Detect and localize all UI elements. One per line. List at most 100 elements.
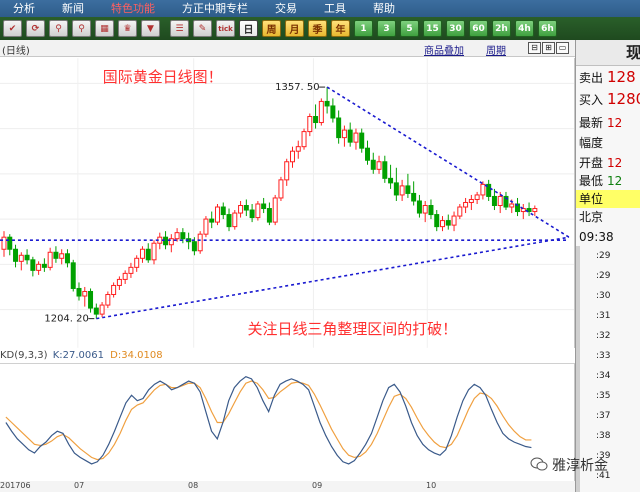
period-button-0[interactable]: 日 [239, 20, 258, 37]
candle-body [324, 100, 330, 107]
minute-button-2h[interactable]: 2h [492, 20, 511, 37]
menu-item-3[interactable]: 方正中期专栏 [169, 0, 262, 17]
gold-icon[interactable]: ♛ [118, 20, 137, 37]
minute-button-60[interactable]: 60 [469, 20, 488, 37]
candle [457, 203, 463, 220]
candle [388, 164, 394, 189]
menu-item-5[interactable]: 工具 [311, 0, 360, 17]
chart-icon[interactable]: ▦ [95, 20, 114, 37]
date-axis: 201706 07 08 09 10 [0, 481, 575, 492]
toolbar: ✔ ⟳ ⚲ ⚲ ▦ ♛ ▼ ☰ ✎ tick 日周月季年 1 3 5 15 30 60 2h 4h 6h [0, 17, 640, 40]
candle-body [64, 253, 70, 264]
expand-button[interactable]: ▭ [556, 42, 569, 54]
period-button-4[interactable]: 年 [331, 20, 350, 37]
candle-body [93, 307, 99, 315]
candle [416, 194, 422, 218]
candlestick-chart[interactable]: 1357. 50 1204. 20 国际黄金日线图！ 关注日线三角整理区间的打破！ [0, 58, 575, 348]
list-icon[interactable]: ☰ [170, 20, 189, 37]
candle-body [18, 254, 24, 262]
menu-item-2[interactable]: 特色功能 [98, 0, 169, 17]
funnel-icon[interactable]: ▼ [141, 20, 160, 37]
zoom-out-button[interactable]: ⊟ [528, 42, 541, 54]
candle-body [139, 248, 145, 259]
lower-trendline [96, 236, 570, 320]
candle-body [341, 129, 347, 139]
candle-body [272, 197, 278, 223]
minute-button-5[interactable]: 5 [400, 20, 419, 37]
kdj-header: KD(9,3,3) K:27.0061 D:34.0108 [0, 350, 575, 364]
search-icon[interactable]: ⚲ [49, 20, 68, 37]
zoom-icon[interactable]: ⚲ [72, 20, 91, 37]
minute-button-3[interactable]: 3 [377, 20, 396, 37]
date-label: 201706 [0, 481, 31, 490]
candle [116, 276, 122, 290]
menu-item-6[interactable]: 帮助 [360, 0, 409, 17]
watermark: 雅淳析金 [530, 455, 608, 475]
d-value-label: D:34.0108 [110, 350, 163, 361]
candle-body [491, 195, 497, 207]
menu-item-1[interactable]: 新闻 [49, 0, 98, 17]
grid [0, 58, 574, 348]
candle [301, 128, 307, 150]
quote-row-value: 12 [607, 156, 623, 170]
overlay-link[interactable]: 商品叠加 [424, 42, 464, 57]
candles [1, 87, 538, 319]
period-button-3[interactable]: 季 [308, 20, 327, 37]
candle [197, 231, 203, 254]
candle-body [474, 194, 480, 200]
candle-body [53, 251, 59, 259]
candle [365, 140, 370, 165]
candle-body [122, 272, 128, 280]
candle [382, 155, 388, 183]
cycle-link[interactable]: 周期 [486, 42, 506, 57]
candle [255, 200, 261, 221]
candle-body [59, 253, 65, 259]
tick-button[interactable]: tick [216, 20, 235, 37]
candle-body [82, 290, 88, 297]
candle [451, 211, 457, 232]
candle [411, 181, 417, 206]
candle-body [41, 263, 47, 268]
refresh-icon[interactable]: ⟳ [26, 20, 45, 37]
menu-bar: 分析 新闻 特色功能 方正中期专栏 交易 工具 帮助 [0, 0, 640, 17]
candle [445, 214, 451, 230]
minute-button-6h[interactable]: 6h [538, 20, 557, 37]
tick-time: :29 [596, 271, 611, 281]
candle [168, 234, 174, 253]
candle-body [411, 192, 417, 202]
menu-item-0[interactable]: 分析 [0, 0, 49, 17]
d-line [5, 380, 532, 461]
kdj-indicator-chart[interactable] [0, 363, 575, 481]
candle [480, 181, 486, 200]
minute-button-1[interactable]: 1 [354, 20, 373, 37]
candle [266, 202, 272, 226]
minute-button-15[interactable]: 15 [423, 20, 442, 37]
tick-time: :33 [596, 351, 611, 361]
quote-panel-title: 现 [576, 40, 640, 66]
candle [88, 288, 94, 313]
candle [128, 262, 134, 278]
candle-body [434, 214, 440, 228]
period-button-1[interactable]: 周 [262, 20, 281, 37]
candle [243, 199, 249, 217]
trendlines [0, 86, 570, 320]
draw-icon[interactable]: ✎ [193, 20, 212, 37]
chart-header: (日线) 商品叠加 周期 ⊟ ⊞ ▭ [0, 40, 575, 57]
candle-body [76, 287, 82, 297]
minute-button-4h[interactable]: 4h [515, 20, 534, 37]
candle-body [376, 161, 382, 170]
minute-button-30[interactable]: 30 [446, 20, 465, 37]
candle-body [111, 284, 117, 296]
candle [70, 259, 76, 292]
candle-body [428, 205, 434, 216]
zoom-in-button[interactable]: ⊞ [542, 42, 555, 54]
toolbar-icon-1[interactable]: ✔ [3, 20, 22, 37]
quote-row-label: 开盘 [579, 156, 604, 170]
candle [440, 216, 446, 232]
period-button-2[interactable]: 月 [285, 20, 304, 37]
candle-body [318, 100, 324, 124]
candle-body [36, 263, 42, 271]
menu-item-4[interactable]: 交易 [262, 0, 311, 17]
quote-row-label: 最低 [579, 174, 604, 188]
candle-body [497, 195, 503, 207]
